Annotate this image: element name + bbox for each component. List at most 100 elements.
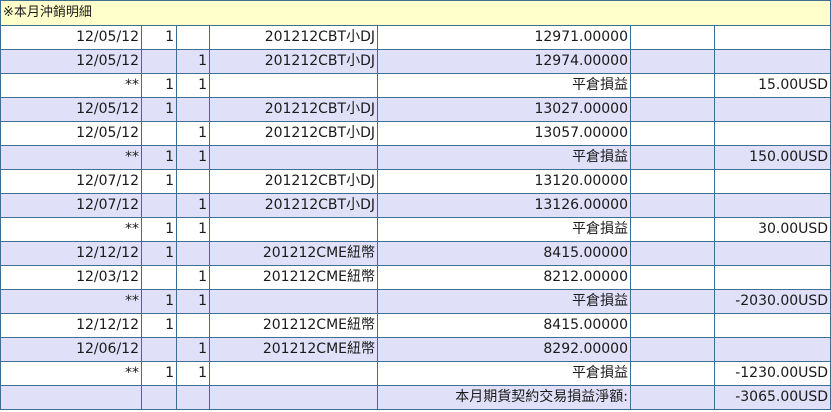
- note-cell: [630, 313, 715, 338]
- product-cell: 201212CBT小DJ: [209, 193, 378, 218]
- product-cell: 201212CBT小DJ: [209, 169, 378, 194]
- pnl-cell: [713, 25, 831, 50]
- price-cell: 平倉損益: [377, 73, 631, 98]
- product-cell: 201212CBT小DJ: [209, 25, 378, 50]
- note-cell: [630, 217, 715, 242]
- date-cell: **: [0, 145, 142, 170]
- pnl-cell: [713, 49, 831, 74]
- pnl-cell: 30.00USD: [713, 217, 831, 242]
- buy-qty-cell: 1: [141, 25, 177, 50]
- sell-qty-cell: [176, 25, 210, 50]
- note-cell: [630, 193, 715, 218]
- date-cell: 12/05/12: [0, 25, 142, 50]
- product-cell: 201212CBT小DJ: [209, 97, 378, 122]
- date-cell: 12/05/12: [0, 49, 142, 74]
- product-cell: [209, 217, 378, 242]
- date-cell: **: [0, 289, 142, 314]
- note-cell: [630, 121, 715, 146]
- price-cell: 12974.00000: [377, 49, 631, 74]
- sell-qty-cell: [176, 97, 210, 122]
- price-cell: 平倉損益: [377, 361, 631, 386]
- product-cell: 201212CBT小DJ: [209, 49, 378, 74]
- note-cell: [630, 145, 715, 170]
- table-row: 12/05/12 1 201212CBT小DJ 12971.00000: [0, 25, 831, 50]
- table-row: ** 1 1 平倉損益 150.00USD: [0, 145, 831, 170]
- pnl-cell: [713, 121, 831, 146]
- buy-qty-cell: [141, 337, 177, 362]
- note-cell: [630, 241, 715, 266]
- note-cell: [630, 289, 715, 314]
- table-row: 12/05/12 1 201212CBT小DJ 13057.00000: [0, 121, 831, 146]
- product-cell: 201212CME紐幣: [209, 265, 378, 290]
- pnl-cell: -3065.00USD: [713, 385, 831, 410]
- product-cell: 201212CME紐幣: [209, 313, 378, 338]
- date-cell: 12/06/12: [0, 337, 142, 362]
- table-row: 本月期貨契約交易損益淨額: -3065.00USD: [0, 385, 831, 410]
- note-cell: [630, 49, 715, 74]
- buy-qty-cell: 1: [141, 73, 177, 98]
- note-cell: [630, 361, 715, 386]
- price-cell: 13120.00000: [377, 169, 631, 194]
- note-cell: [630, 385, 715, 410]
- buy-qty-cell: 1: [141, 145, 177, 170]
- buy-qty-cell: 1: [141, 313, 177, 338]
- product-cell: [209, 73, 378, 98]
- price-cell: 平倉損益: [377, 289, 631, 314]
- sell-qty-cell: 1: [176, 145, 210, 170]
- sell-qty-cell: [176, 241, 210, 266]
- price-cell: 平倉損益: [377, 217, 631, 242]
- table-row: 12/06/12 1 201212CME紐幣 8292.00000: [0, 337, 831, 362]
- note-cell: [630, 97, 715, 122]
- sell-qty-cell: [176, 169, 210, 194]
- buy-qty-cell: [141, 265, 177, 290]
- sell-qty-cell: 1: [176, 337, 210, 362]
- sell-qty-cell: 1: [176, 49, 210, 74]
- date-cell: **: [0, 73, 142, 98]
- table-row: 12/05/12 1 201212CBT小DJ 12974.00000: [0, 49, 831, 74]
- offset-detail-table: ※本月沖銷明細 12/05/12 1 201212CBT小DJ 12971.00000…: [0, 0, 831, 410]
- price-cell: 13057.00000: [377, 121, 631, 146]
- sell-qty-cell: [176, 385, 210, 410]
- pnl-cell: [713, 169, 831, 194]
- offset-detail-panel: ※本月沖銷明細 12/05/12 1 201212CBT小DJ 12971.00000…: [0, 0, 831, 412]
- product-cell: 201212CME紐幣: [209, 241, 378, 266]
- date-cell: [0, 385, 142, 410]
- product-cell: 201212CBT小DJ: [209, 121, 378, 146]
- buy-qty-cell: 1: [141, 361, 177, 386]
- date-cell: 12/05/12: [0, 121, 142, 146]
- pnl-cell: [713, 241, 831, 266]
- pnl-cell: [713, 97, 831, 122]
- price-cell: 13027.00000: [377, 97, 631, 122]
- table-title: ※本月沖銷明細: [0, 0, 831, 26]
- pnl-cell: [713, 193, 831, 218]
- date-cell: 12/03/12: [0, 265, 142, 290]
- buy-qty-cell: 1: [141, 217, 177, 242]
- table-row: ** 1 1 平倉損益 -1230.00USD: [0, 361, 831, 386]
- product-cell: 201212CME紐幣: [209, 337, 378, 362]
- note-cell: [630, 25, 715, 50]
- price-cell: 8292.00000: [377, 337, 631, 362]
- table-row: 12/12/12 1 201212CME紐幣 8415.00000: [0, 313, 831, 338]
- pnl-cell: 150.00USD: [713, 145, 831, 170]
- table-row: 12/03/12 1 201212CME紐幣 8212.00000: [0, 265, 831, 290]
- date-cell: 12/12/12: [0, 313, 142, 338]
- product-cell: [209, 361, 378, 386]
- pnl-cell: -1230.00USD: [713, 361, 831, 386]
- pnl-cell: [713, 313, 831, 338]
- buy-qty-cell: [141, 121, 177, 146]
- note-cell: [630, 169, 715, 194]
- table-row: ** 1 1 平倉損益 -2030.00USD: [0, 289, 831, 314]
- price-cell: 平倉損益: [377, 145, 631, 170]
- pnl-cell: [713, 337, 831, 362]
- product-cell: [209, 145, 378, 170]
- sell-qty-cell: 1: [176, 121, 210, 146]
- buy-qty-cell: 1: [141, 289, 177, 314]
- buy-qty-cell: [141, 193, 177, 218]
- date-cell: 12/12/12: [0, 241, 142, 266]
- buy-qty-cell: 1: [141, 241, 177, 266]
- note-cell: [630, 73, 715, 98]
- sell-qty-cell: 1: [176, 361, 210, 386]
- sell-qty-cell: 1: [176, 217, 210, 242]
- pnl-cell: -2030.00USD: [713, 289, 831, 314]
- note-cell: [630, 337, 715, 362]
